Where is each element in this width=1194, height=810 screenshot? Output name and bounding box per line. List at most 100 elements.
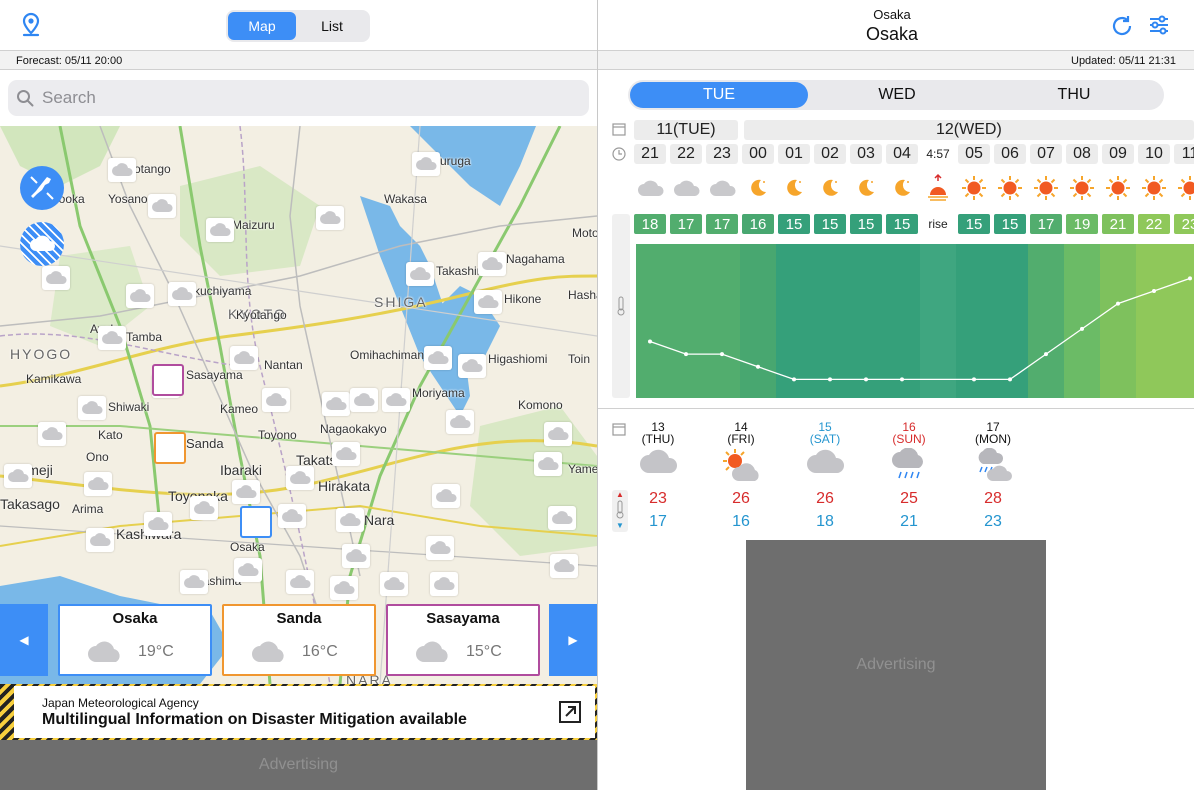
japan-map-button[interactable] — [20, 166, 64, 210]
weather-pin[interactable] — [432, 484, 460, 508]
settings-sliders-icon[interactable] — [1148, 14, 1170, 36]
weather-pin[interactable] — [548, 506, 576, 530]
location-pin-icon[interactable] — [20, 12, 42, 43]
station-marker-sasayama[interactable] — [152, 364, 184, 396]
weather-pin[interactable] — [424, 346, 452, 370]
weather-pin[interactable] — [332, 442, 360, 466]
weather-pin[interactable] — [412, 152, 440, 176]
cloud-icon — [130, 289, 151, 302]
temp-band — [1028, 244, 1064, 398]
weather-pin[interactable] — [350, 388, 378, 412]
cloud-icon — [148, 517, 169, 530]
weather-pin[interactable] — [42, 266, 70, 290]
station-card-sanda[interactable]: Sanda 16°C — [222, 604, 376, 676]
station-marker-osaka[interactable] — [240, 506, 272, 538]
weather-pin[interactable] — [98, 326, 126, 350]
tab-map[interactable]: Map — [228, 12, 296, 40]
temp-band — [668, 244, 704, 398]
cloud-icon — [548, 427, 569, 440]
weather-pin[interactable] — [406, 262, 434, 286]
weather-pin[interactable] — [458, 354, 486, 378]
map-place-label: Moriyama — [412, 386, 465, 400]
weather-pin[interactable] — [148, 194, 176, 218]
map-place-label: Kamikawa — [26, 372, 82, 386]
advertising-left[interactable]: Advertising — [0, 740, 597, 790]
weather-pin[interactable] — [336, 508, 364, 532]
weather-pin[interactable] — [342, 544, 370, 568]
sun-icon — [1104, 172, 1132, 204]
map-place-label: Hirakata — [318, 478, 371, 494]
weather-pin[interactable] — [190, 496, 218, 520]
station-card-sasayama[interactable]: Sasayama 15°C — [386, 604, 540, 676]
weather-pin[interactable] — [38, 422, 66, 446]
home-indicator[interactable] — [440, 797, 754, 802]
weather-pin[interactable] — [474, 290, 502, 314]
weather-pin[interactable] — [534, 452, 562, 476]
hour-temp: 16 — [742, 214, 774, 234]
tab-tue[interactable]: TUE — [630, 82, 808, 108]
temp-point — [864, 377, 868, 382]
tab-list[interactable]: List — [296, 12, 368, 40]
weather-pin[interactable] — [78, 396, 106, 420]
tab-wed[interactable]: WED — [808, 82, 986, 108]
disaster-info-banner[interactable]: Japan Meteorological Agency Multilingual… — [14, 686, 595, 738]
weather-pin[interactable] — [550, 554, 578, 578]
weather-pin[interactable] — [286, 570, 314, 594]
map-place-label: Ibaraki — [220, 462, 263, 478]
weather-pin[interactable] — [286, 466, 314, 490]
weather-pin[interactable] — [232, 480, 260, 504]
weather-pin[interactable] — [382, 388, 410, 412]
weather-pin[interactable] — [206, 218, 234, 242]
cloud-icon — [434, 577, 455, 590]
weather-pin[interactable] — [168, 282, 196, 306]
weekly-high: 26 — [816, 490, 834, 507]
station-card-osaka[interactable]: Osaka 19°C — [58, 604, 212, 676]
weather-pin[interactable] — [86, 528, 114, 552]
weather-pin[interactable] — [234, 558, 262, 582]
advertising-right[interactable]: Advertising — [746, 540, 1046, 790]
refresh-icon[interactable] — [1110, 14, 1134, 38]
sun-cloud-icon — [721, 448, 761, 487]
cloud-icon — [172, 287, 193, 300]
weather-pin[interactable] — [430, 572, 458, 596]
weather-pin[interactable] — [262, 388, 290, 412]
map-place-label: Kyotango — [236, 308, 287, 322]
weekly-low: 18 — [816, 513, 834, 530]
weather-pin[interactable] — [322, 392, 350, 416]
cloud-icon — [320, 211, 341, 224]
temp-band — [1136, 244, 1172, 398]
cloud-icon — [238, 563, 259, 576]
cloud-icon — [184, 575, 205, 588]
weather-pin[interactable] — [230, 346, 258, 370]
weather-pin[interactable] — [144, 512, 172, 536]
forecast-strip: Forecast: 05/11 20:00 — [0, 50, 597, 70]
station-marker-sanda[interactable] — [154, 432, 186, 464]
weekly-weekday: (SUN) — [892, 432, 926, 446]
temp-band — [848, 244, 884, 398]
search-input[interactable]: Search — [8, 80, 589, 116]
weather-pin[interactable] — [278, 504, 306, 528]
map-region-label: HYOGO — [10, 346, 73, 362]
weather-pin[interactable] — [478, 252, 506, 276]
radar-button[interactable] — [20, 222, 64, 266]
weather-pin[interactable] — [426, 536, 454, 560]
cloud-icon — [336, 447, 357, 460]
tab-thu[interactable]: THU — [986, 82, 1162, 108]
weather-pin[interactable] — [84, 472, 112, 496]
map-view[interactable]: HYOGO KYOTO SHIGA NARA rotango Toyooka Y… — [0, 126, 597, 684]
weather-pin[interactable] — [544, 422, 572, 446]
weather-pin[interactable] — [4, 464, 32, 488]
weather-pin[interactable] — [330, 576, 358, 600]
weather-pin[interactable] — [446, 410, 474, 434]
cloud-icon — [416, 157, 437, 170]
city-title: Osaka — [865, 24, 919, 44]
hour-cell: 00 — [742, 144, 774, 164]
weather-pin[interactable] — [316, 206, 344, 230]
map-place-label: Nagahama — [506, 252, 565, 266]
weather-pin[interactable] — [126, 284, 154, 308]
weather-pin[interactable] — [380, 572, 408, 596]
next-station-button[interactable]: ▶ — [549, 604, 597, 676]
weather-pin[interactable] — [180, 570, 208, 594]
weather-pin[interactable] — [108, 158, 136, 182]
prev-station-button[interactable]: ◀ — [0, 604, 48, 676]
